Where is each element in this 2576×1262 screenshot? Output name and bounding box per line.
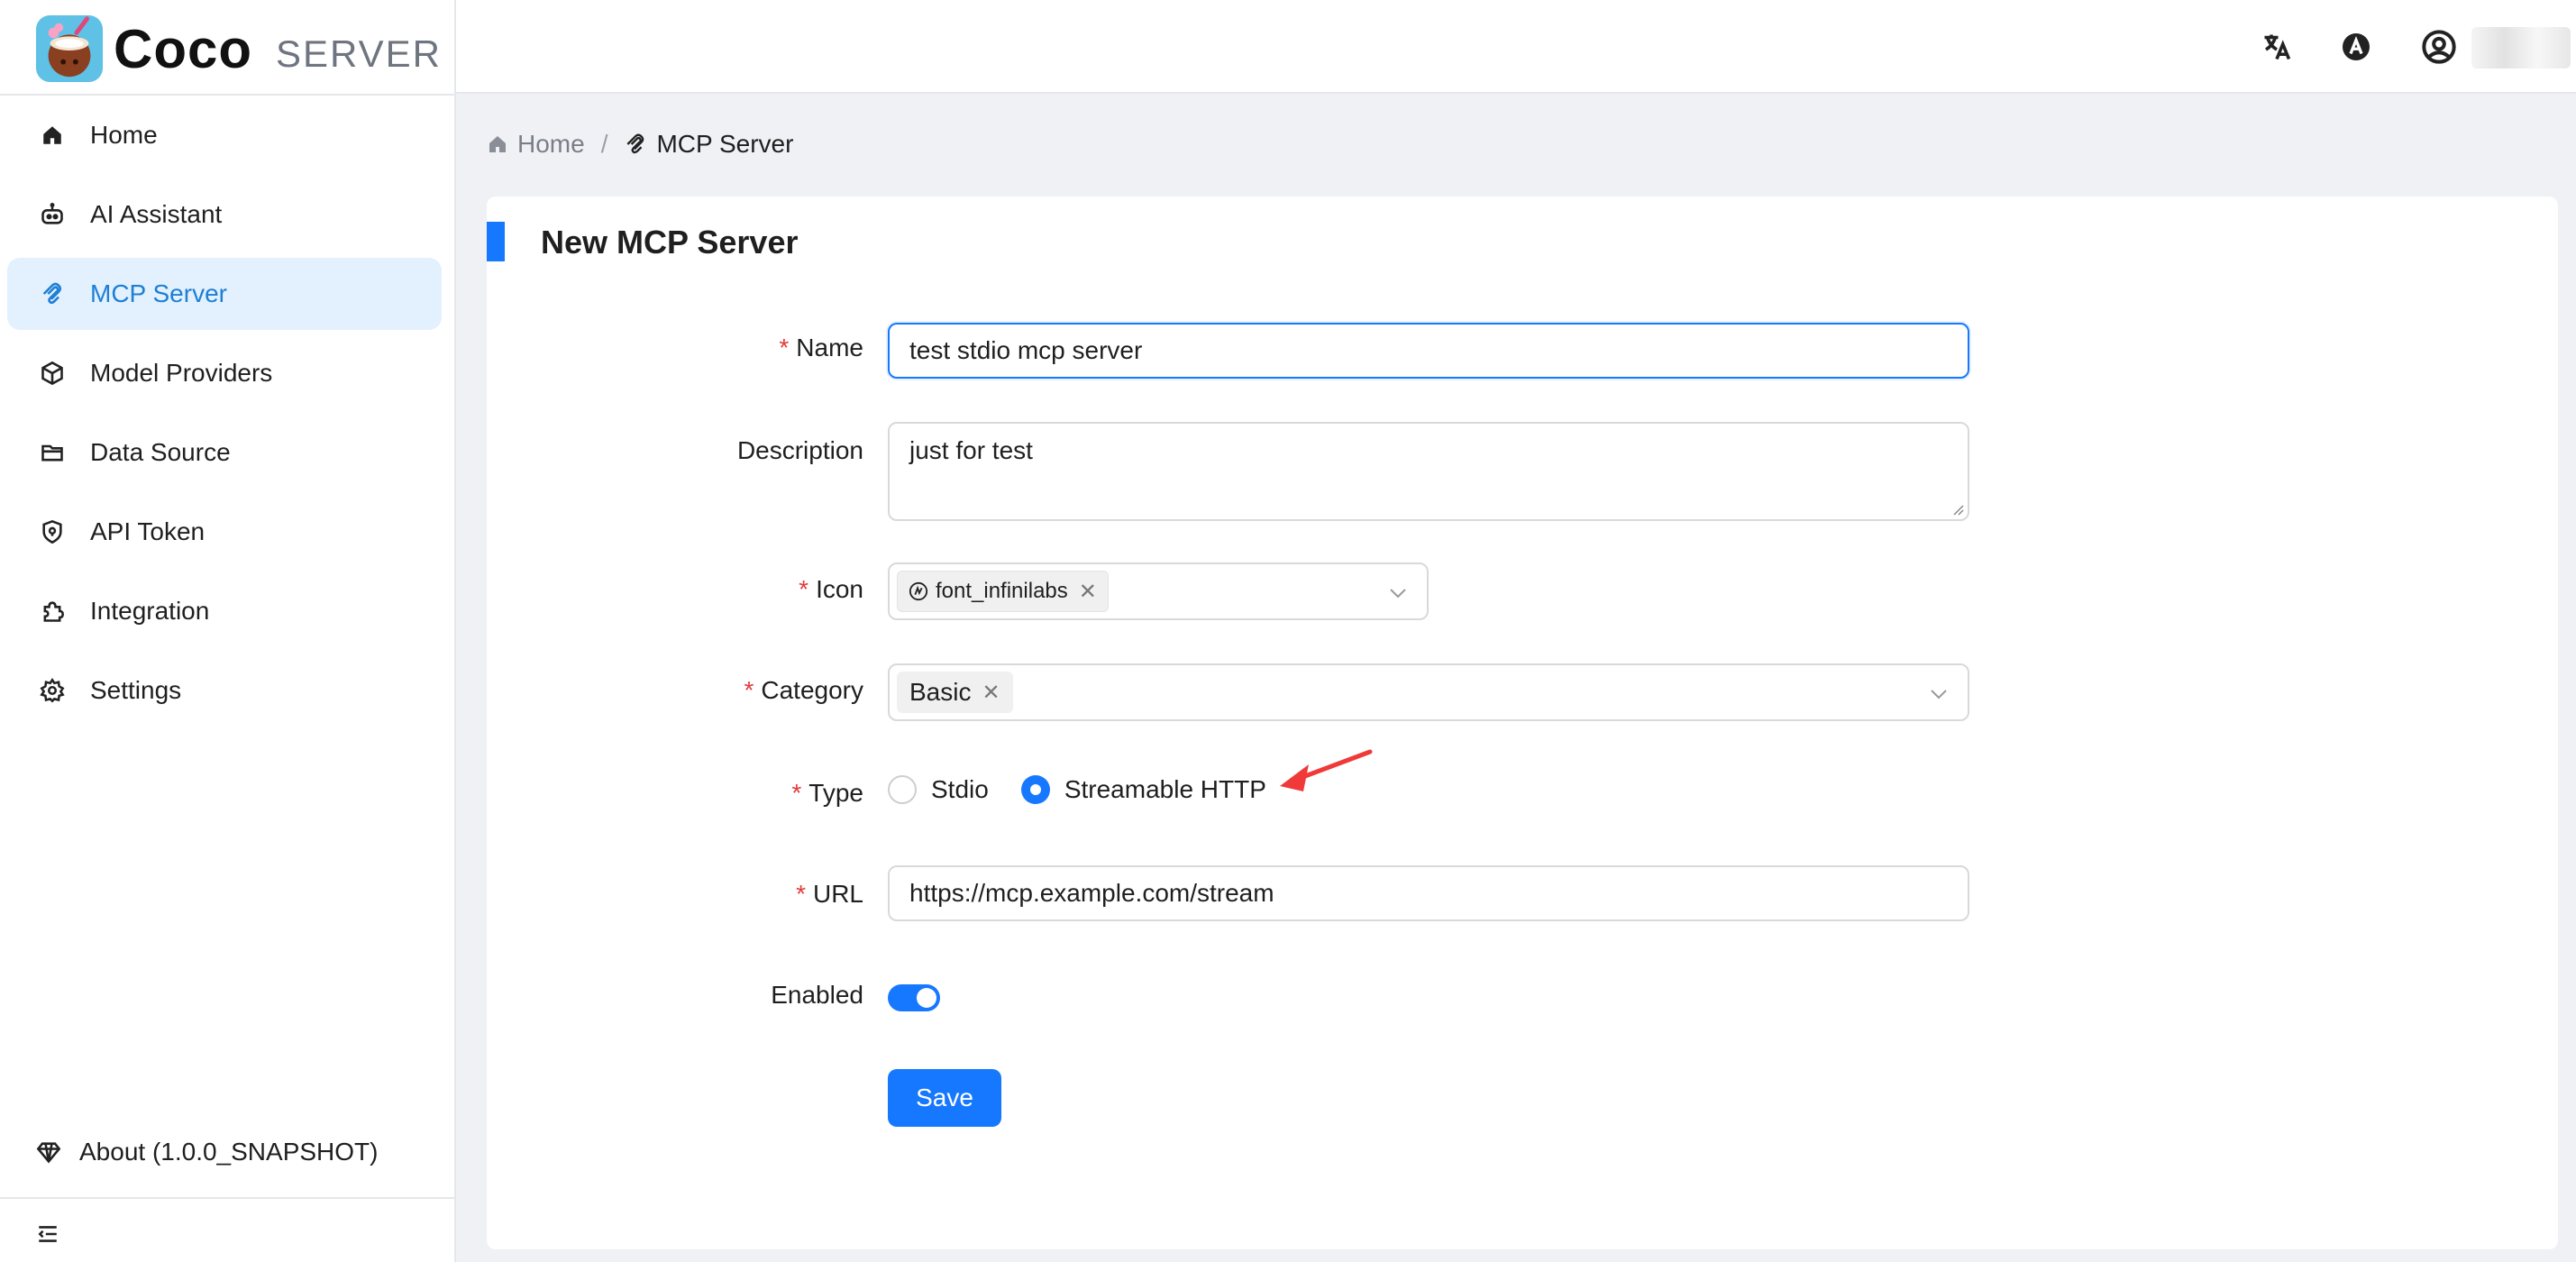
shield-icon (40, 519, 65, 544)
robot-icon (40, 202, 65, 227)
home-icon (489, 136, 506, 152)
required-mark: * (796, 880, 806, 908)
user-name-redacted[interactable] (2471, 27, 2571, 69)
top-header (456, 0, 2576, 94)
icon-tag-label: font_infinilabs (936, 579, 1068, 603)
gear-icon (40, 678, 65, 703)
icon-label: * Icon (799, 575, 863, 603)
sidebar-menu: Home AI Assistant MCP Server Model Provi… (7, 99, 442, 734)
user-icon (2422, 30, 2456, 64)
save-button[interactable]: Save (888, 1069, 1001, 1127)
name-label: * Name (779, 334, 863, 361)
breadcrumb-home[interactable]: Home (517, 130, 585, 159)
breadcrumb-current: MCP Server (656, 130, 794, 158)
radio-circle[interactable] (888, 775, 917, 804)
about-link[interactable]: About (1.0.0_SNAPSHOT) (36, 1138, 378, 1166)
puzzle-icon (40, 599, 65, 624)
app-root: Coco SERVER Home AI Assistant MCP Server… (0, 0, 2576, 1262)
folder-icon (40, 440, 65, 465)
description-textarea[interactable]: just for test (888, 422, 1969, 521)
sidebar-item-mcp-server[interactable]: MCP Server (7, 258, 442, 330)
description-value: just for test (909, 436, 1033, 464)
title-accent-bar (487, 222, 505, 261)
radio-label: Stdio (931, 775, 989, 803)
radio-label: Streamable HTTP (1064, 775, 1266, 803)
sidebar-item-data-source[interactable]: Data Source (7, 416, 442, 489)
sidebar-item-ai-assistant[interactable]: AI Assistant (7, 178, 442, 251)
theme-button[interactable] (2336, 27, 2376, 67)
chevron-down-icon (1390, 589, 1406, 599)
toggle-knob (917, 988, 936, 1008)
category-tag-label: Basic (909, 678, 972, 706)
mcp-icon (40, 281, 65, 306)
about-label: About (1.0.0_SNAPSHOT) (79, 1138, 379, 1166)
icon-select[interactable]: font_infinilabs ✕ (888, 562, 1429, 620)
translate-icon (2264, 34, 2291, 60)
sidebar-item-label: Integration (90, 597, 210, 625)
url-input[interactable]: https://mcp.example.com/stream (888, 865, 1969, 921)
sidebar-item-label: Settings (90, 676, 182, 704)
resize-handle-icon[interactable] (1951, 503, 1964, 516)
chevron-down-icon (1931, 690, 1947, 700)
sidebar-item-label: AI Assistant (90, 200, 223, 228)
logo-text: Coco (114, 18, 252, 79)
tag-remove-icon[interactable]: ✕ (1079, 579, 1097, 605)
sidebar-item-label: Data Source (90, 438, 231, 466)
type-radio-group: Stdio Streamable HTTP (888, 775, 1299, 804)
collapse-sidebar-button[interactable] (36, 1222, 63, 1249)
theme-icon (2343, 33, 2370, 60)
sidebar-item-model-providers[interactable]: Model Providers (7, 337, 442, 409)
required-mark: * (799, 575, 809, 603)
logo-subtext: SERVER (276, 32, 442, 75)
form-card: New MCP Server * Name test stdio mcp serv… (487, 197, 2558, 1249)
sidebar-divider (0, 94, 456, 96)
enabled-toggle[interactable] (888, 984, 940, 1011)
radio-circle[interactable] (1020, 775, 1050, 804)
url-input-value: https://mcp.example.com/stream (909, 879, 1274, 907)
category-tag: Basic ✕ (897, 672, 1013, 713)
description-label: Description (736, 436, 863, 464)
page-title: New MCP Server (541, 224, 799, 261)
icon-tag: font_infinilabs ✕ (897, 571, 1109, 612)
infinilabs-icon (909, 581, 928, 601)
required-mark: * (779, 334, 790, 361)
type-label: * Type (791, 779, 863, 807)
breadcrumb-separator: / (600, 130, 608, 158)
sidebar-item-home[interactable]: Home (7, 99, 442, 171)
cube-icon (40, 361, 65, 386)
user-menu-button[interactable] (2419, 27, 2459, 67)
sidebar-item-settings[interactable]: Settings (7, 654, 442, 727)
sidebar-item-label: Home (90, 121, 158, 149)
home-icon (40, 123, 65, 148)
sidebar-item-label: MCP Server (90, 279, 227, 307)
language-button[interactable] (2257, 27, 2297, 67)
required-mark: * (744, 676, 754, 704)
url-label: * URL (796, 880, 863, 908)
radio-stdio[interactable]: Stdio (888, 775, 989, 804)
tag-remove-icon[interactable]: ✕ (982, 680, 1000, 706)
radio-streamable-http[interactable]: Streamable HTTP (1020, 775, 1266, 804)
logo[interactable]: Coco SERVER (34, 13, 442, 85)
sidebar-item-api-token[interactable]: API Token (7, 496, 442, 568)
menu-fold-icon (38, 1226, 57, 1242)
name-input[interactable]: test stdio mcp server (888, 323, 1969, 379)
coconut-logo-icon (35, 14, 104, 83)
diamond-icon (36, 1142, 61, 1164)
sidebar-bottom-divider (0, 1197, 456, 1199)
sidebar-item-integration[interactable]: Integration (7, 575, 442, 647)
required-mark: * (791, 779, 802, 807)
annotation-arrow-icon (1280, 749, 1373, 791)
category-select[interactable]: Basic ✕ (888, 663, 1969, 721)
sidebar-item-label: Model Providers (90, 359, 273, 387)
mcp-icon (626, 133, 644, 154)
breadcrumb: Home / MCP Server (487, 130, 793, 159)
sidebar-item-label: API Token (90, 517, 206, 545)
enabled-label: Enabled (771, 981, 863, 1009)
name-input-value: test stdio mcp server (909, 336, 1143, 364)
category-label: * Category (744, 676, 863, 704)
sidebar: Coco SERVER Home AI Assistant MCP Server… (0, 0, 456, 1262)
